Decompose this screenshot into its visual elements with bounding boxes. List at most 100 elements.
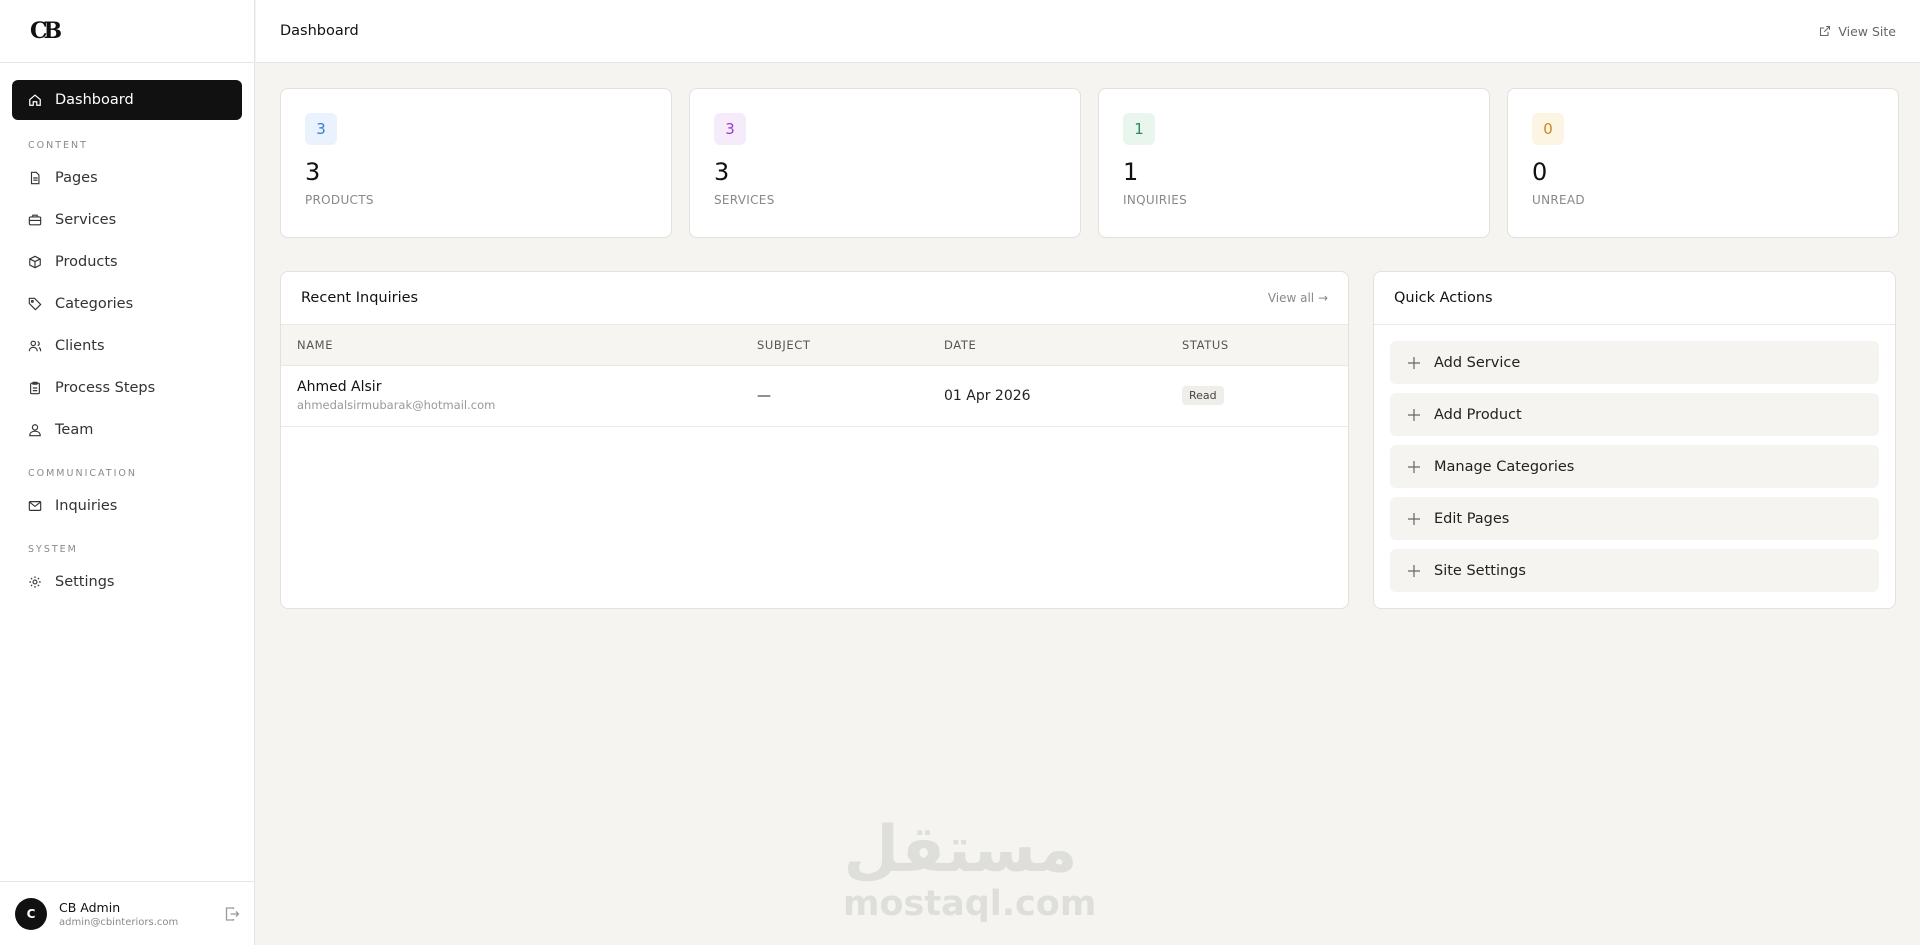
inquirer-email: ahmedalsirmubarak@hotmail.com — [297, 398, 496, 412]
sidebar: CB Dashboard CONTENT Pages Services Prod… — [0, 0, 255, 945]
stat-badge: 3 — [714, 113, 746, 145]
action-label: Edit Pages — [1434, 510, 1510, 527]
status-badge: Read — [1182, 386, 1224, 405]
add-product-button[interactable]: Add Product — [1390, 393, 1879, 436]
user-email: admin@cbinteriors.com — [59, 916, 179, 928]
watermark-latin: mostaql.com — [843, 884, 1097, 924]
sidebar-item-label: Team — [55, 422, 94, 438]
panel-header: Quick Actions — [1374, 272, 1895, 325]
stat-value: 3 — [714, 158, 730, 186]
stat-card-services: 3 3 SERVICES — [689, 88, 1081, 238]
user-name: CB Admin — [59, 899, 121, 915]
sidebar-item-label: Process Steps — [55, 380, 156, 396]
sidebar-item-settings[interactable]: Settings — [12, 562, 242, 602]
stat-label: INQUIRIES — [1123, 193, 1188, 207]
column-header-date[interactable]: DATE — [944, 325, 1182, 366]
column-header-status[interactable]: STATUS — [1182, 325, 1348, 366]
stat-value: 1 — [1123, 158, 1139, 186]
mail-icon — [28, 499, 42, 513]
sidebar-item-services[interactable]: Services — [12, 200, 242, 240]
panel-title: Recent Inquiries — [301, 290, 419, 306]
plus-icon — [1408, 356, 1420, 369]
sidebar-item-label: Products — [55, 254, 118, 270]
gear-icon — [28, 575, 42, 589]
stat-badge: 3 — [305, 113, 337, 145]
team-icon — [28, 423, 42, 437]
nav-section-title: COMMUNICATION — [28, 468, 137, 479]
site-settings-button[interactable]: Site Settings — [1390, 549, 1879, 592]
panel-header: Recent Inquiries View all → — [281, 272, 1348, 325]
sidebar-item-dashboard[interactable]: Dashboard — [12, 80, 242, 120]
sidebar-item-label: Services — [55, 212, 117, 228]
sidebar-item-label: Dashboard — [55, 92, 134, 108]
stat-card-inquiries: 1 1 INQUIRIES — [1098, 88, 1490, 238]
manage-categories-button[interactable]: Manage Categories — [1390, 445, 1879, 488]
sidebar-item-label: Categories — [55, 296, 134, 312]
user-profile: C CB Admin admin@cbinteriors.com — [0, 881, 255, 945]
stat-label: UNREAD — [1532, 193, 1585, 207]
sidebar-item-categories[interactable]: Categories — [12, 284, 242, 324]
sidebar-item-label: Clients — [55, 338, 105, 354]
watermark-arabic: مستقل — [843, 813, 1078, 887]
sidebar-item-inquiries[interactable]: Inquiries — [12, 486, 242, 526]
sidebar-item-clients[interactable]: Clients — [12, 326, 242, 366]
column-header-name[interactable]: NAME — [281, 325, 757, 366]
nav-section-title: CONTENT — [28, 140, 88, 151]
stat-badge: 1 — [1123, 113, 1155, 145]
stat-card-products: 3 3 PRODUCTS — [280, 88, 672, 238]
box-icon — [28, 255, 42, 269]
brand-logo: CB — [30, 18, 62, 44]
view-site-link[interactable]: View Site — [1819, 24, 1896, 39]
stat-card-unread: 0 0 UNREAD — [1507, 88, 1899, 238]
stat-value: 3 — [305, 158, 321, 186]
column-header-subject[interactable]: SUBJECT — [757, 325, 944, 366]
panel-title: Quick Actions — [1394, 290, 1493, 306]
stat-badge: 0 — [1532, 113, 1564, 145]
table-row[interactable]: Ahmed Alsir ahmedalsirmubarak@hotmail.co… — [281, 365, 1348, 427]
watermark: مستقل mostaql.com — [843, 813, 1097, 924]
sidebar-item-team[interactable]: Team — [12, 410, 242, 450]
sidebar-item-label: Pages — [55, 170, 98, 186]
cell-status: Read — [1182, 365, 1348, 427]
cell-name: Ahmed Alsir ahmedalsirmubarak@hotmail.co… — [281, 365, 757, 427]
clipboard-icon — [28, 381, 42, 395]
action-label: Add Product — [1434, 406, 1522, 423]
tag-icon — [28, 297, 42, 311]
action-label: Site Settings — [1434, 562, 1526, 579]
plus-icon — [1408, 408, 1420, 421]
cell-date: 01 Apr 2026 — [944, 365, 1182, 427]
sidebar-item-products[interactable]: Products — [12, 242, 242, 282]
plus-icon — [1408, 564, 1420, 577]
topbar: Dashboard View Site — [256, 0, 1920, 63]
stat-label: SERVICES — [714, 193, 775, 207]
stat-label: PRODUCTS — [305, 193, 374, 207]
file-icon — [28, 171, 42, 185]
sidebar-item-label: Settings — [55, 574, 115, 590]
sidebar-nav: Dashboard CONTENT Pages Services Product… — [0, 63, 254, 602]
action-label: Manage Categories — [1434, 458, 1575, 475]
stats-row: 3 3 PRODUCTS 3 3 SERVICES 1 1 INQUIRIES … — [280, 88, 1899, 238]
avatar[interactable]: C — [15, 897, 47, 930]
user-info: CB Admin admin@cbinteriors.com — [59, 900, 224, 928]
inquirer-name: Ahmed Alsir — [297, 379, 382, 395]
logo[interactable]: CB — [0, 0, 254, 63]
briefcase-icon — [28, 213, 42, 227]
page-title: Dashboard — [280, 23, 359, 39]
quick-actions-list: Add Service Add Product Manage Categorie… — [1374, 325, 1895, 608]
quick-actions-panel: Quick Actions Add Service Add Product Ma… — [1373, 271, 1896, 609]
recent-inquiries-panel: Recent Inquiries View all → NAME SUBJECT… — [280, 271, 1349, 609]
add-service-button[interactable]: Add Service — [1390, 341, 1879, 384]
action-label: Add Service — [1434, 354, 1521, 371]
nav-section-title: SYSTEM — [28, 544, 78, 555]
stat-value: 0 — [1532, 158, 1548, 186]
home-icon — [28, 93, 42, 107]
logout-icon[interactable] — [224, 906, 240, 922]
sidebar-item-pages[interactable]: Pages — [12, 158, 242, 198]
cell-subject: — — [757, 365, 944, 427]
sidebar-item-process-steps[interactable]: Process Steps — [12, 368, 242, 408]
plus-icon — [1408, 512, 1420, 525]
edit-pages-button[interactable]: Edit Pages — [1390, 497, 1879, 540]
view-site-label: View Site — [1838, 23, 1896, 39]
view-all-link[interactable]: View all → — [1268, 291, 1328, 305]
table-header-row: NAME SUBJECT DATE STATUS — [281, 325, 1348, 366]
